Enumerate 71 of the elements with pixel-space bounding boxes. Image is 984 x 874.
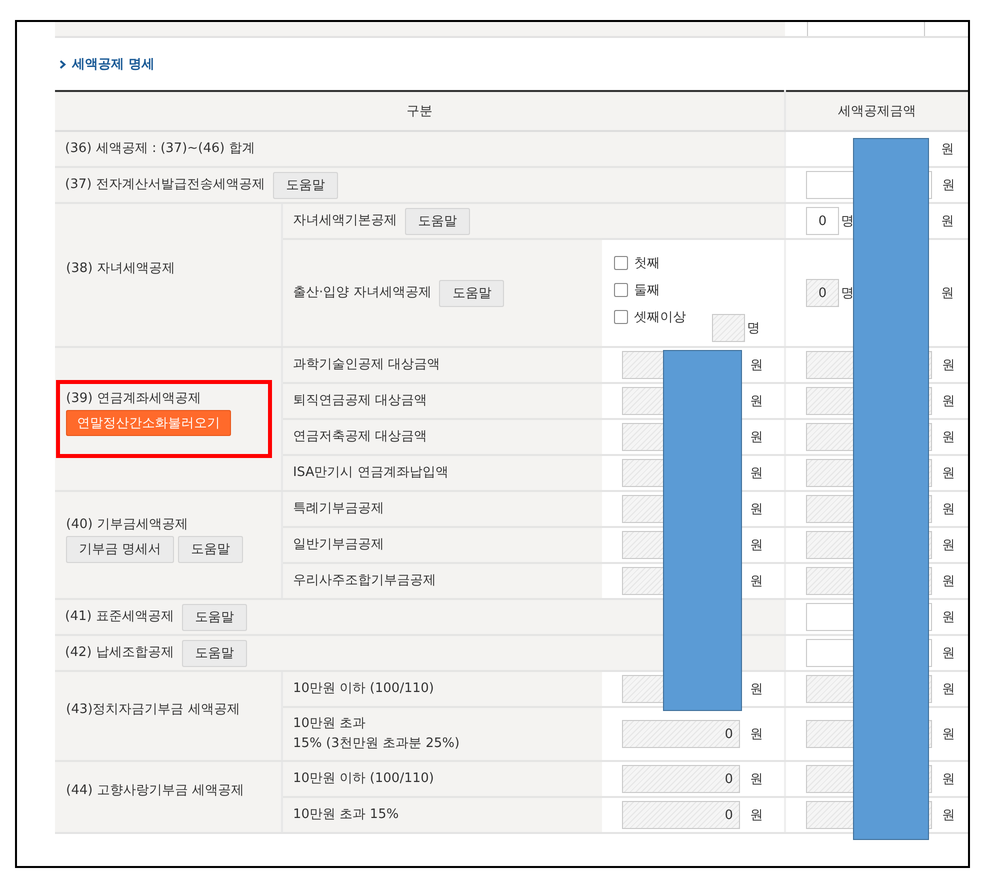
row-label: ISA만기시 연금계좌납입액 [293,464,448,482]
help-button[interactable]: 도움말 [405,208,470,234]
row-label: (38) 자녀세액공제 [66,260,176,278]
row-label: (39) 연금계좌세액공제 [66,390,202,408]
checkbox-label: 첫째 [634,255,660,272]
unit-label: 원 [942,393,956,410]
help-button[interactable]: 도움말 [182,604,247,630]
row-label: (37) 전자계산서발급전송세액공제 [64,176,266,194]
row-label: 10만원 이하 (100/110) [293,770,434,788]
unit-label: 원 [750,429,763,446]
unit-label: 원 [750,357,763,374]
unit-label: 원 [941,213,954,230]
row-label: 과학기술인공제 대상금액 [293,356,440,374]
row-label: (44) 고향사랑기부금 세액공제 [66,782,245,800]
row-label: (42) 납세조합공제 [64,644,175,662]
help-button[interactable]: 도움말 [178,536,244,562]
unit-label: 원 [750,393,763,410]
help-button[interactable]: 도움말 [272,172,338,198]
unit-label: 원 [942,645,956,662]
row-label: 10만원 초과 15% (3천만원 초과분 25%) [293,715,460,753]
row-label: 자녀세액기본공제 [293,212,397,230]
unit-label: 원 [750,537,763,554]
unit-label: 원 [942,681,956,698]
row-label: 일반기부금공제 [293,536,384,554]
unit-label: 원 [942,807,956,824]
checkbox-label: 둘째 [634,282,660,299]
chevron-icon [59,60,66,68]
unit-label: 원 [942,726,956,743]
unit-label: 원 [942,609,956,626]
checkbox[interactable] [614,310,628,324]
unit-label: 원 [942,771,956,788]
row-label: (43)정치자금기부금 세액공제 [66,701,241,719]
row-label: 연금저축공제 대상금액 [293,428,428,446]
unit-label: 원 [942,501,956,518]
unit-label: 원 [942,465,956,482]
row-label: 10만원 초과 15% [293,806,399,824]
row-label: (41) 표준세액공제 [64,608,175,626]
unit-label: 원 [750,681,763,698]
help-button[interactable]: 기부금 명세서 [66,536,174,562]
unit-label: 명 [841,213,854,230]
unit-label: 원 [750,465,763,482]
row-label: 출산·입양 자녀세액공제 [293,284,432,302]
unit-label: 원 [750,807,763,824]
unit-label: 원 [942,357,956,374]
row-label: (40) 기부금세액공제 [66,516,189,534]
unit-label: 명 [747,320,760,337]
unit-label: 원 [942,429,956,446]
unit-label: 원 [750,726,763,743]
unit-label: 원 [942,573,956,590]
unit-label: 원 [750,573,763,590]
column-header: 세액공제금액 [785,91,968,131]
help-button[interactable]: 도움말 [182,640,247,666]
row-label: 퇴직연금공제 대상금액 [293,392,428,410]
row-label: 10만원 이하 (100/110) [293,680,434,698]
input-field[interactable]: 0 [806,207,840,235]
row-label: 우리사주조합기부금공제 [293,572,436,590]
unit-label: 원 [750,501,763,518]
unit-label: 명 [841,285,854,302]
unit-label: 원 [942,537,956,554]
checkbox-label: 셋째이상 [634,309,686,326]
unit-label: 원 [942,177,956,194]
row-label: (36) 세액공제 : (37)~(46) 합계 [64,140,256,158]
row-label: 특례기부금공제 [293,500,384,518]
checkbox[interactable] [614,283,628,297]
unit-label: 원 [750,771,763,788]
unit-label: 원 [941,141,954,158]
help-button[interactable]: 도움말 [439,280,504,306]
checkbox[interactable] [614,256,628,270]
section-title: 세액공제 명세 [72,56,155,73]
unit-label: 원 [941,285,954,302]
column-header: 구분 [55,91,786,131]
